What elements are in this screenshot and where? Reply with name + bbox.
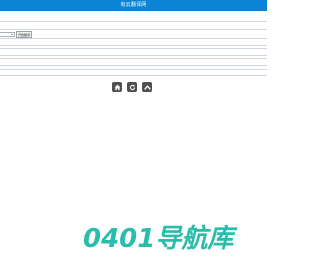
divider (0, 38, 267, 39)
divider (0, 45, 267, 46)
divider (0, 69, 267, 70)
divider (0, 48, 267, 49)
home-button[interactable] (112, 82, 122, 92)
home-icon (114, 84, 120, 90)
divider (0, 65, 267, 66)
back-to-top-button[interactable] (142, 82, 152, 92)
page-title: 有云翻译网 (120, 2, 147, 8)
refresh-button[interactable] (127, 82, 137, 92)
divider (0, 75, 267, 76)
divider (0, 58, 267, 59)
translate-controls: 开始翻译 (0, 31, 33, 38)
nav-icon-row (112, 82, 152, 92)
divider (0, 29, 267, 30)
chevron-down-icon (11, 34, 13, 35)
divider (0, 55, 267, 56)
refresh-icon (129, 84, 135, 90)
language-select[interactable] (0, 32, 15, 37)
divider (0, 21, 267, 22)
site-watermark: 0401导航库 (83, 224, 234, 254)
start-translate-button[interactable]: 开始翻译 (16, 31, 33, 38)
up-icon (143, 84, 151, 90)
top-bar: 有云翻译网 (0, 0, 267, 11)
